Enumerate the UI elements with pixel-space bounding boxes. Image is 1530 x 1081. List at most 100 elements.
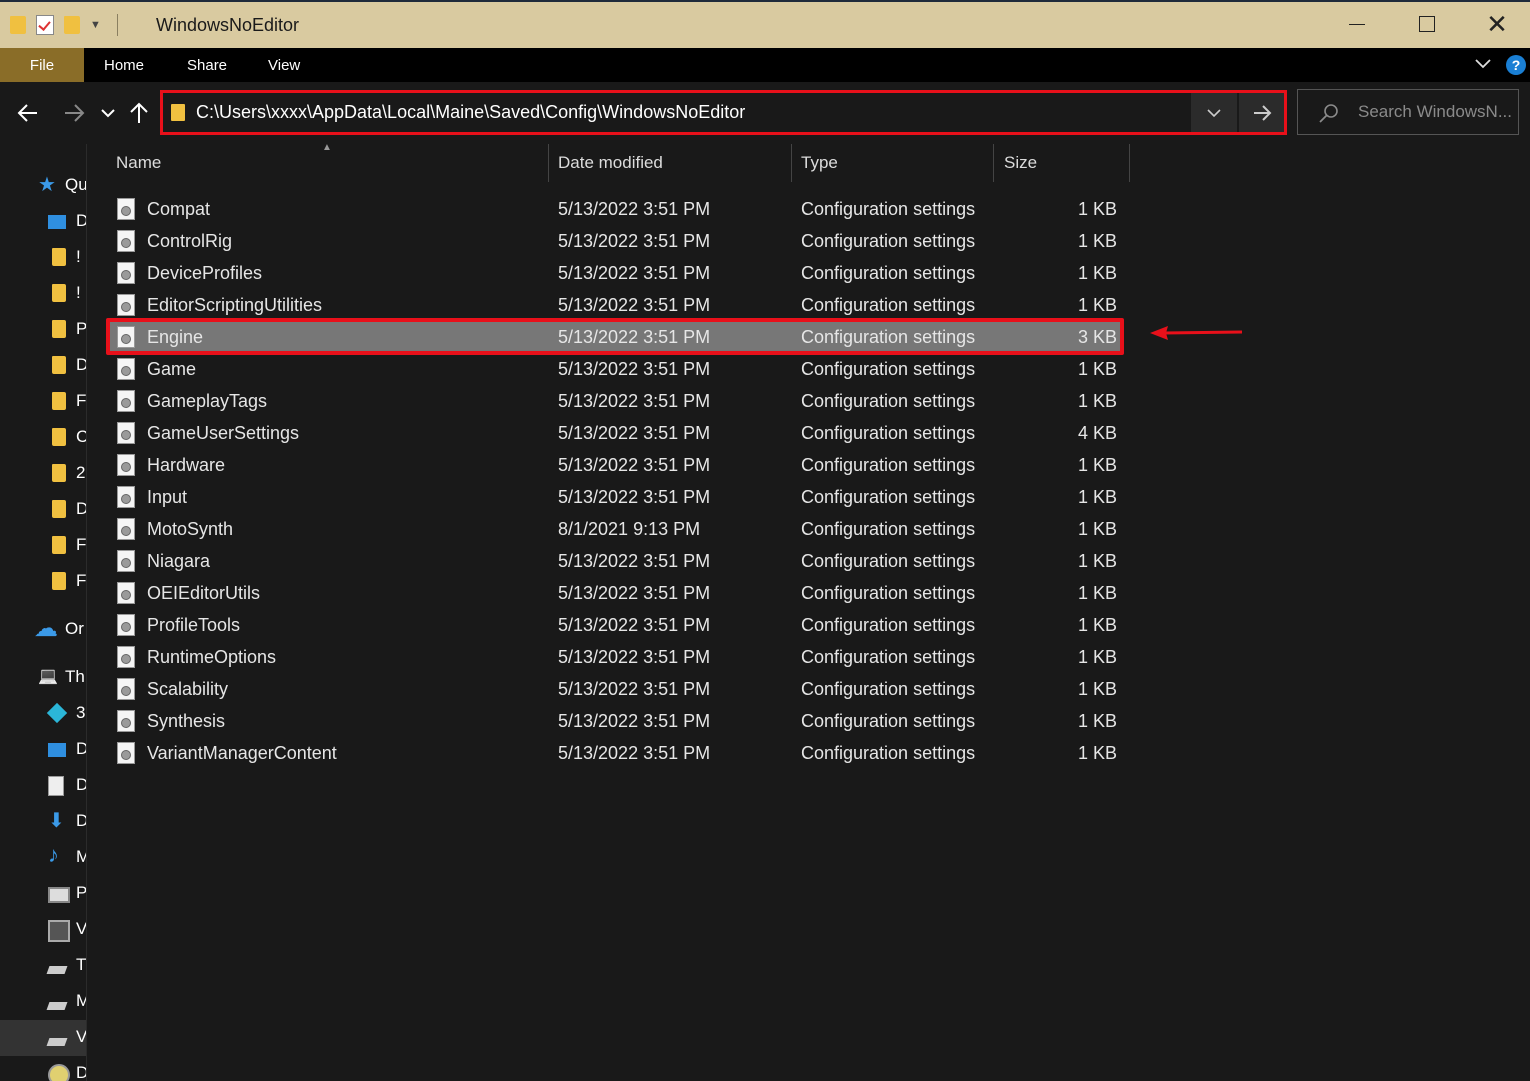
file-row[interactable]: Input 5/13/2022 3:51 PM Configuration sett… xyxy=(107,482,1122,514)
file-row[interactable]: DeviceProfiles 5/13/2022 3:51 PM Configura… xyxy=(107,258,1122,290)
column-divider[interactable] xyxy=(791,144,792,182)
file-row[interactable]: ProfileTools 5/13/2022 3:51 PM Configurati… xyxy=(107,610,1122,642)
sidebar-item[interactable]: 2 xyxy=(0,456,86,492)
file-row[interactable]: ControlRig 5/13/2022 3:51 PM Configuration… xyxy=(107,226,1122,258)
sidebar-item[interactable]: F xyxy=(0,564,86,600)
column-header-name[interactable]: Name xyxy=(116,144,161,182)
sidebar-item[interactable]: D xyxy=(0,204,86,240)
column-header-type[interactable]: Type xyxy=(801,144,838,182)
maximize-button[interactable] xyxy=(1392,0,1462,48)
sidebar-item[interactable]: 3 xyxy=(0,696,86,732)
file-row[interactable]: Scalability 5/13/2022 3:51 PM Configuratio… xyxy=(107,674,1122,706)
file-name: GameplayTags xyxy=(147,391,268,411)
file-row[interactable]: VariantManagerContent 5/13/2022 3:51 PM Co… xyxy=(107,738,1122,770)
sidebar-item[interactable]: ! xyxy=(0,240,86,276)
address-bar[interactable]: C:\Users\xxxx\AppData\Local\Maine\Saved\… xyxy=(160,90,1287,135)
customize-qat-icon[interactable]: ▼ xyxy=(90,19,101,31)
column-divider[interactable] xyxy=(548,144,549,182)
tab-view[interactable]: View xyxy=(268,48,300,82)
file-name: GameUserSettings xyxy=(147,423,300,443)
file-date: 5/13/2022 3:51 PM xyxy=(558,391,711,411)
search-box[interactable]: Search WindowsN... xyxy=(1297,89,1519,135)
address-path[interactable]: C:\Users\xxxx\AppData\Local\Maine\Saved\… xyxy=(196,102,745,123)
config-file-icon xyxy=(117,614,135,636)
sidebar-item-label: D xyxy=(76,739,86,759)
expand-ribbon-icon[interactable] xyxy=(1473,54,1493,74)
file-row[interactable]: RuntimeOptions 5/13/2022 3:51 PM Configura… xyxy=(107,642,1122,674)
tab-home[interactable]: Home xyxy=(104,48,144,82)
sidebar-item-label: Th xyxy=(65,667,85,686)
arrow-left-icon xyxy=(17,104,37,122)
column-header-date[interactable]: Date modified xyxy=(558,144,663,182)
sidebar-item[interactable]: ⬇D xyxy=(0,804,86,840)
sidebar-item[interactable]: ! xyxy=(0,276,86,312)
new-folder-icon[interactable] xyxy=(64,16,80,34)
file-row[interactable]: MotoSynth 8/1/2021 9:13 PM Configuration s… xyxy=(107,514,1122,546)
disc-icon xyxy=(48,1064,70,1081)
search-input[interactable]: Search WindowsN... xyxy=(1358,102,1512,122)
back-button[interactable] xyxy=(10,82,46,144)
sidebar-item[interactable]: M xyxy=(0,984,86,1020)
column-header-size[interactable]: Size xyxy=(1004,144,1037,182)
file-row[interactable]: GameplayTags 5/13/2022 3:51 PM Configurati… xyxy=(107,386,1122,418)
help-icon[interactable]: ? xyxy=(1506,55,1526,75)
file-name: Input xyxy=(147,487,188,507)
minimize-icon xyxy=(1349,23,1365,25)
sidebar-item[interactable]: ♪M xyxy=(0,840,86,876)
videos-icon xyxy=(48,920,70,942)
column-divider[interactable] xyxy=(1129,144,1130,182)
tab-share[interactable]: Share xyxy=(187,48,227,82)
sidebar-item[interactable]: V xyxy=(0,912,86,948)
arrow-up-icon xyxy=(130,102,148,123)
sidebar-item[interactable]: T xyxy=(0,948,86,984)
minimize-button[interactable] xyxy=(1322,0,1392,48)
sidebar-item-label: D xyxy=(76,775,86,795)
sidebar-item[interactable]: C xyxy=(0,420,86,456)
file-name: EditorScriptingUtilities xyxy=(147,295,323,315)
file-size: 1 KB xyxy=(1077,455,1117,475)
file-type: Configuration settings xyxy=(801,423,976,443)
sidebar-item[interactable]: D xyxy=(0,348,86,384)
quick-access-toolbar: ▼ xyxy=(10,14,118,36)
drive-icon xyxy=(46,966,68,974)
file-type: Configuration settings xyxy=(801,391,976,411)
file-row[interactable]: GameUserSettings 5/13/2022 3:51 PM Configu… xyxy=(107,418,1122,450)
desktop-icon xyxy=(48,215,66,229)
folder-icon xyxy=(52,284,66,302)
sidebar-item-label: D xyxy=(76,811,86,831)
address-history-button[interactable] xyxy=(1191,93,1237,132)
sidebar-item[interactable]: D xyxy=(0,1056,86,1081)
sidebar-item[interactable]: F xyxy=(0,384,86,420)
file-row[interactable]: Niagara 5/13/2022 3:51 PM Configuration se… xyxy=(107,546,1122,578)
tab-file[interactable]: File xyxy=(0,48,84,82)
sidebar-item[interactable]: F xyxy=(0,528,86,564)
file-type: Configuration settings xyxy=(801,519,976,539)
file-row[interactable]: OEIEditorUtils 5/13/2022 3:51 PM Configura… xyxy=(107,578,1122,610)
file-size: 1 KB xyxy=(1077,263,1117,283)
file-row[interactable]: Compat 5/13/2022 3:51 PM Configuration set… xyxy=(107,194,1122,226)
file-type: Configuration settings xyxy=(801,615,976,635)
recent-locations-button[interactable] xyxy=(96,82,120,144)
sidebar-item[interactable]: P xyxy=(0,312,86,348)
sidebar-item[interactable]: 💻 Th xyxy=(0,660,86,696)
column-divider[interactable] xyxy=(993,144,994,182)
file-row[interactable]: Game 5/13/2022 3:51 PM Configuration setti… xyxy=(107,354,1122,386)
up-button[interactable] xyxy=(126,82,152,144)
file-date: 5/13/2022 3:51 PM xyxy=(558,679,711,699)
sidebar-item[interactable]: D xyxy=(0,768,86,804)
sidebar-item[interactable]: ★ Qu xyxy=(0,168,86,204)
sidebar-item[interactable]: V xyxy=(0,1020,86,1056)
sidebar-item[interactable]: ☁ Or xyxy=(0,612,86,648)
properties-icon[interactable] xyxy=(36,15,54,35)
file-row[interactable]: Synthesis 5/13/2022 3:51 PM Configuration … xyxy=(107,706,1122,738)
sidebar-item[interactable]: P xyxy=(0,876,86,912)
file-row[interactable]: Hardware 5/13/2022 3:51 PM Configuration s… xyxy=(107,450,1122,482)
go-button[interactable] xyxy=(1239,93,1284,132)
sidebar-item[interactable]: D xyxy=(0,732,86,768)
this-pc-icon: 💻 xyxy=(38,668,58,685)
chevron-down-icon xyxy=(101,109,115,118)
sidebar-item[interactable]: D xyxy=(0,492,86,528)
forward-button[interactable] xyxy=(56,82,92,144)
close-button[interactable]: ✕ xyxy=(1462,0,1530,48)
sidebar-item-label: D xyxy=(76,211,86,231)
